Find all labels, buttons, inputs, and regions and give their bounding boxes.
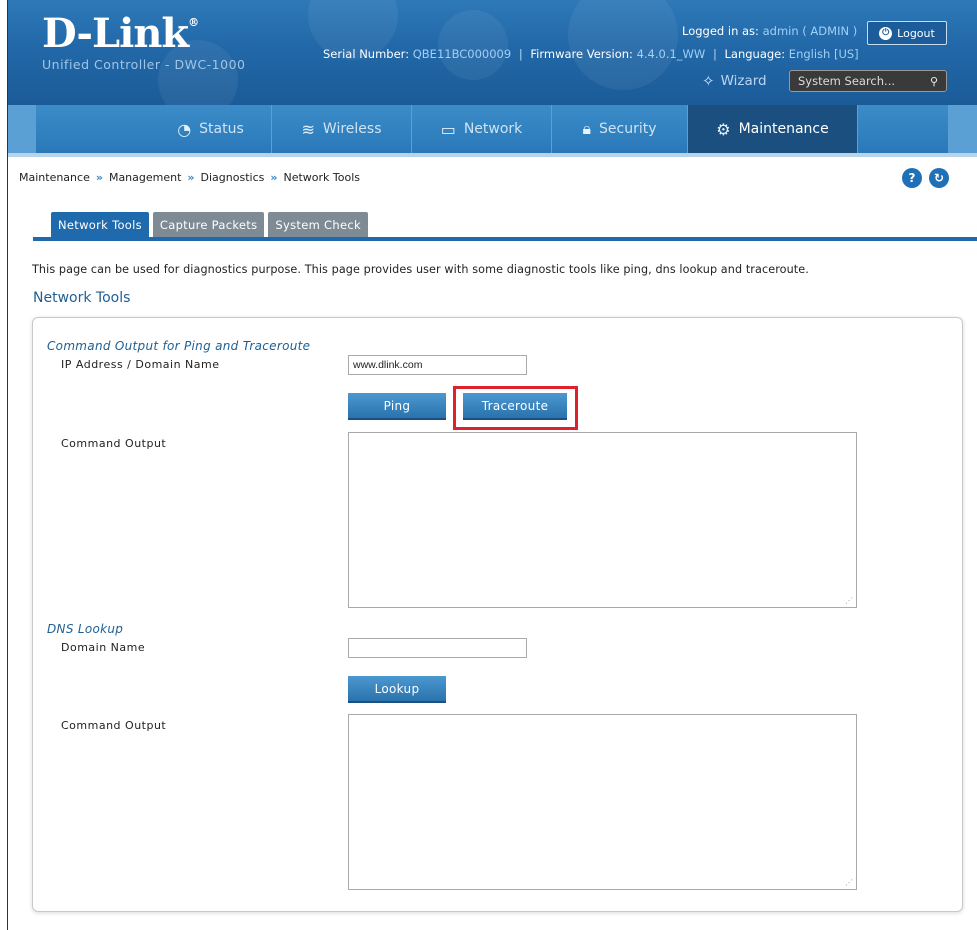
network-tools-panel: Command Output for Ping and Traceroute I…: [32, 317, 963, 912]
dns-output-textarea[interactable]: ⋰: [348, 714, 857, 890]
ip-address-input[interactable]: [348, 355, 527, 375]
header: D-Link® Unified Controller - DWC-1000 Lo…: [8, 0, 977, 105]
wizard-link[interactable]: ✧ Wizard: [702, 72, 767, 90]
domain-name-label: Domain Name: [61, 641, 146, 654]
tab-bar: Network Tools Capture Packets System Che…: [33, 212, 977, 241]
ping-output-label: Command Output: [61, 437, 167, 450]
resize-grip-icon[interactable]: ⋰: [845, 878, 853, 887]
gauge-icon: ◔: [177, 119, 192, 139]
breadcrumb-item[interactable]: Maintenance: [19, 171, 90, 184]
gears-icon: ⚙: [716, 119, 731, 139]
tab-capture-packets[interactable]: Capture Packets: [152, 212, 265, 237]
logged-in-user: admin ( ADMIN ): [762, 24, 858, 38]
breadcrumb-item[interactable]: Management: [109, 171, 181, 184]
decor-bubble: [568, 0, 678, 90]
dns-output-label: Command Output: [61, 719, 167, 732]
lock-icon: 🔒︎: [582, 119, 591, 138]
refresh-icon[interactable]: ↻: [929, 168, 949, 188]
breadcrumb-item[interactable]: Diagnostics: [201, 171, 265, 184]
logout-button[interactable]: ⏻ Logout: [867, 21, 947, 45]
breadcrumb: Maintenance» Management» Diagnostics» Netwo…: [19, 171, 361, 184]
dns-section-title: DNS Lookup: [47, 622, 124, 636]
wifi-icon: ≋: [301, 119, 315, 139]
power-icon: ⏻: [879, 26, 893, 40]
lookup-button[interactable]: Lookup: [348, 676, 446, 703]
page-description: This page can be used for diagnostics pu…: [32, 263, 809, 276]
ping-output-textarea[interactable]: ⋰: [348, 432, 857, 608]
tab-system-check[interactable]: System Check: [268, 212, 368, 237]
decor-bubble: [438, 10, 508, 80]
browser-frame: D-Link® Unified Controller - DWC-1000 Lo…: [7, 0, 977, 930]
ping-section-title: Command Output for Ping and Traceroute: [47, 339, 311, 353]
nav-wireless[interactable]: ≋ Wireless: [272, 105, 412, 153]
section-title: Network Tools: [33, 290, 131, 306]
breadcrumb-current: Network Tools: [283, 171, 361, 184]
traceroute-button[interactable]: Traceroute: [463, 393, 567, 420]
logged-in-info: Logged in as: admin ( ADMIN ): [682, 24, 858, 38]
nav-maintenance[interactable]: ⚙ Maintenance: [688, 105, 858, 153]
ip-address-label: IP Address / Domain Name: [61, 358, 220, 371]
search-icon: ⚲: [929, 74, 938, 88]
nav-network[interactable]: ▭ Network: [412, 105, 552, 153]
ping-button[interactable]: Ping: [348, 393, 446, 420]
domain-name-input[interactable]: [348, 638, 527, 658]
resize-grip-icon[interactable]: ⋰: [845, 596, 853, 605]
device-info: Serial Number: QBE11BC000009 | Firmware …: [323, 47, 859, 61]
nav-security[interactable]: 🔒︎ Security: [552, 105, 688, 153]
product-name: Unified Controller - DWC-1000: [42, 57, 246, 72]
tab-network-tools[interactable]: Network Tools: [51, 212, 149, 237]
main-nav: ◔ Status ≋ Wireless ▭ Network 🔒︎ Securit…: [8, 105, 977, 157]
language-link[interactable]: English [US]: [789, 47, 859, 61]
nav-status[interactable]: ◔ Status: [150, 105, 272, 153]
system-search-input[interactable]: System Search... ⚲: [789, 70, 947, 92]
monitor-icon: ▭: [440, 119, 456, 139]
help-icon[interactable]: ?: [902, 168, 922, 188]
dlink-logo: D-Link®: [42, 10, 199, 57]
magic-wand-icon: ✧: [702, 72, 715, 90]
